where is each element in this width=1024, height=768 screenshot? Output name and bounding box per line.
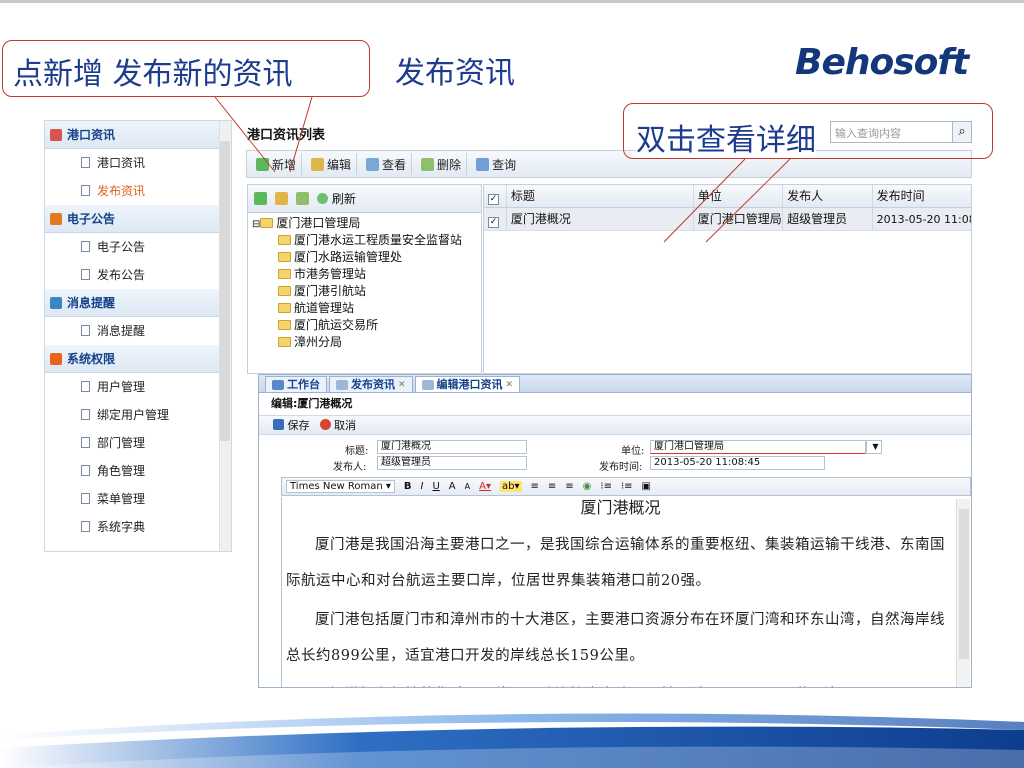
callout-double-click: 双击查看详细 xyxy=(623,103,993,159)
callout-double-click-text: 双击查看详细 xyxy=(636,123,816,158)
callout-add-new: 点新增 发布新的资讯 xyxy=(2,40,370,97)
